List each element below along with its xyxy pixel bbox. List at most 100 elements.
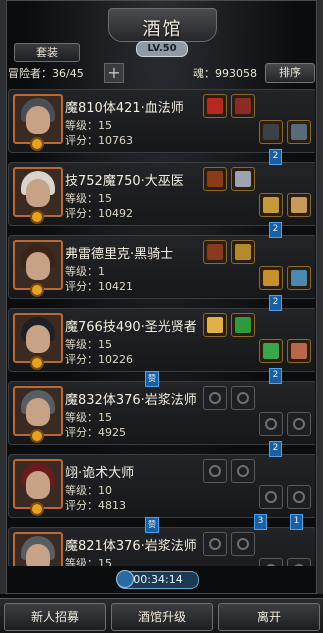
equipment-slot[interactable] [231,94,255,118]
score-label: 评分： [65,207,98,220]
link-marker: 2 [269,368,282,384]
equipment-icon [263,270,279,286]
equipment-slot[interactable] [287,120,311,144]
link-marker: 赞 [145,517,159,533]
ring-slot-icon [265,418,277,430]
empty-equipment-slot[interactable] [259,412,283,436]
link-marker: 2 [269,149,282,165]
sort-button[interactable]: 排序 [265,63,315,83]
level-value: 10 [98,484,112,497]
equipment-slot[interactable] [231,240,255,264]
level-label: 等级： [65,338,98,351]
equipment-slot[interactable] [259,193,283,217]
hero-card[interactable]: 魔832体376·岩浆法师 等级：15 评分：4925 [8,381,315,445]
equipment-slot[interactable] [203,240,227,264]
hero-level: 等级：15 [65,409,112,425]
empty-equipment-slot[interactable] [287,485,311,509]
hero-name: 弗雷德里克·黑骑士 [65,247,174,262]
empty-equipment-slot[interactable] [259,558,283,566]
hero-card[interactable]: 翊·诡术大师 等级：10 评分：4813 [8,454,315,518]
score-label: 评分： [65,280,98,293]
equipment-slot[interactable] [287,193,311,217]
ring-slot-icon [265,564,277,566]
equipment-slot[interactable] [203,167,227,191]
score-label: 评分： [65,353,98,366]
ring-slot-icon [265,491,277,503]
equipment-icon [235,317,251,333]
empty-equipment-slot[interactable] [231,532,255,556]
hero-score: 评分：4925 [65,424,126,440]
equipment-icon [207,317,223,333]
equipment-icon [263,124,279,140]
tavern-upgrade-button[interactable]: 酒馆升级 [111,603,213,631]
empty-equipment-slot[interactable] [203,386,227,410]
hero-name: 魔766技490·圣光贤者 [65,320,197,335]
score-label: 评分： [65,426,98,439]
hero-face [26,252,50,280]
hero-portrait[interactable] [13,532,63,566]
equipment-icon [207,98,223,114]
hero-face [26,325,50,353]
score-label: 评分： [65,499,98,512]
empty-equipment-slot[interactable] [203,532,227,556]
gear-icon [30,210,44,224]
equipment-icon [263,197,279,213]
add-slot-button[interactable]: + [104,63,124,83]
hero-card[interactable]: 魔810体421·血法师 等级：15 评分：10763 [8,89,315,153]
hero-name: 技752魔750·大巫医 [65,174,184,189]
equipment-icon [235,171,251,187]
hero-card[interactable]: 技752魔750·大巫医 等级：15 评分：10492 [8,162,315,226]
hero-name: 魔810体421·血法师 [65,101,184,116]
adventurer-list[interactable]: 魔810体421·血法师 等级：15 评分：10763 技752魔750·大巫医 等级：… [8,89,315,566]
empty-equipment-slot[interactable] [231,386,255,410]
gear-icon [30,429,44,443]
clock-icon [116,570,134,588]
hero-score: 评分：10421 [65,278,133,294]
level-label: 等级： [65,192,98,205]
hero-card[interactable]: 魔821体376·岩浆法师等级：15评分： [8,527,315,566]
hero-card[interactable]: 弗雷德里克·黑骑士 等级：1 评分：10421 [8,235,315,299]
ring-slot-icon [237,538,249,550]
equipment-slot[interactable] [259,120,283,144]
equipment-icon [291,270,307,286]
adventurer-count: 冒险者：36/45 [8,67,84,80]
equipment-icon [291,124,307,140]
hero-level: 等级：15 [65,336,112,352]
empty-equipment-slot[interactable] [231,459,255,483]
equipment-icon [235,98,251,114]
gear-icon [30,283,44,297]
hero-card[interactable]: 魔766技490·圣光贤者 等级：15 评分：10226 [8,308,315,372]
empty-equipment-slot[interactable] [203,459,227,483]
equipment-icon [291,197,307,213]
hero-face [26,106,50,134]
equipment-slot[interactable] [203,313,227,337]
gear-icon [30,356,44,370]
equipment-slot[interactable] [287,266,311,290]
hero-level: 等级：15 [65,555,112,566]
equipment-slot[interactable] [231,313,255,337]
gear-icon [30,137,44,151]
level-value: 15 [98,557,112,566]
empty-equipment-slot[interactable] [287,412,311,436]
recruit-button[interactable]: 新人招募 [4,603,106,631]
tab-set[interactable]: 套装 [14,43,80,62]
ring-slot-icon [209,538,221,550]
equipment-icon [263,343,279,359]
equipment-slot[interactable] [287,339,311,363]
ring-slot-icon [293,491,305,503]
hero-face [26,544,50,566]
equipment-icon [207,171,223,187]
hero-face [26,179,50,207]
equipment-slot[interactable] [259,266,283,290]
score-value: 10421 [98,280,133,293]
equipment-slot[interactable] [231,167,255,191]
equipment-slot[interactable] [203,94,227,118]
tavern-level-badge: LV.50 [136,41,188,57]
equipment-slot[interactable] [259,339,283,363]
soul-currency: 魂：993058 [193,67,257,80]
score-value: 10492 [98,207,133,220]
empty-equipment-slot[interactable] [287,558,311,566]
leave-button[interactable]: 离开 [218,603,320,631]
hero-name: 魔821体376·岩浆法师 [65,539,197,554]
empty-equipment-slot[interactable] [259,485,283,509]
